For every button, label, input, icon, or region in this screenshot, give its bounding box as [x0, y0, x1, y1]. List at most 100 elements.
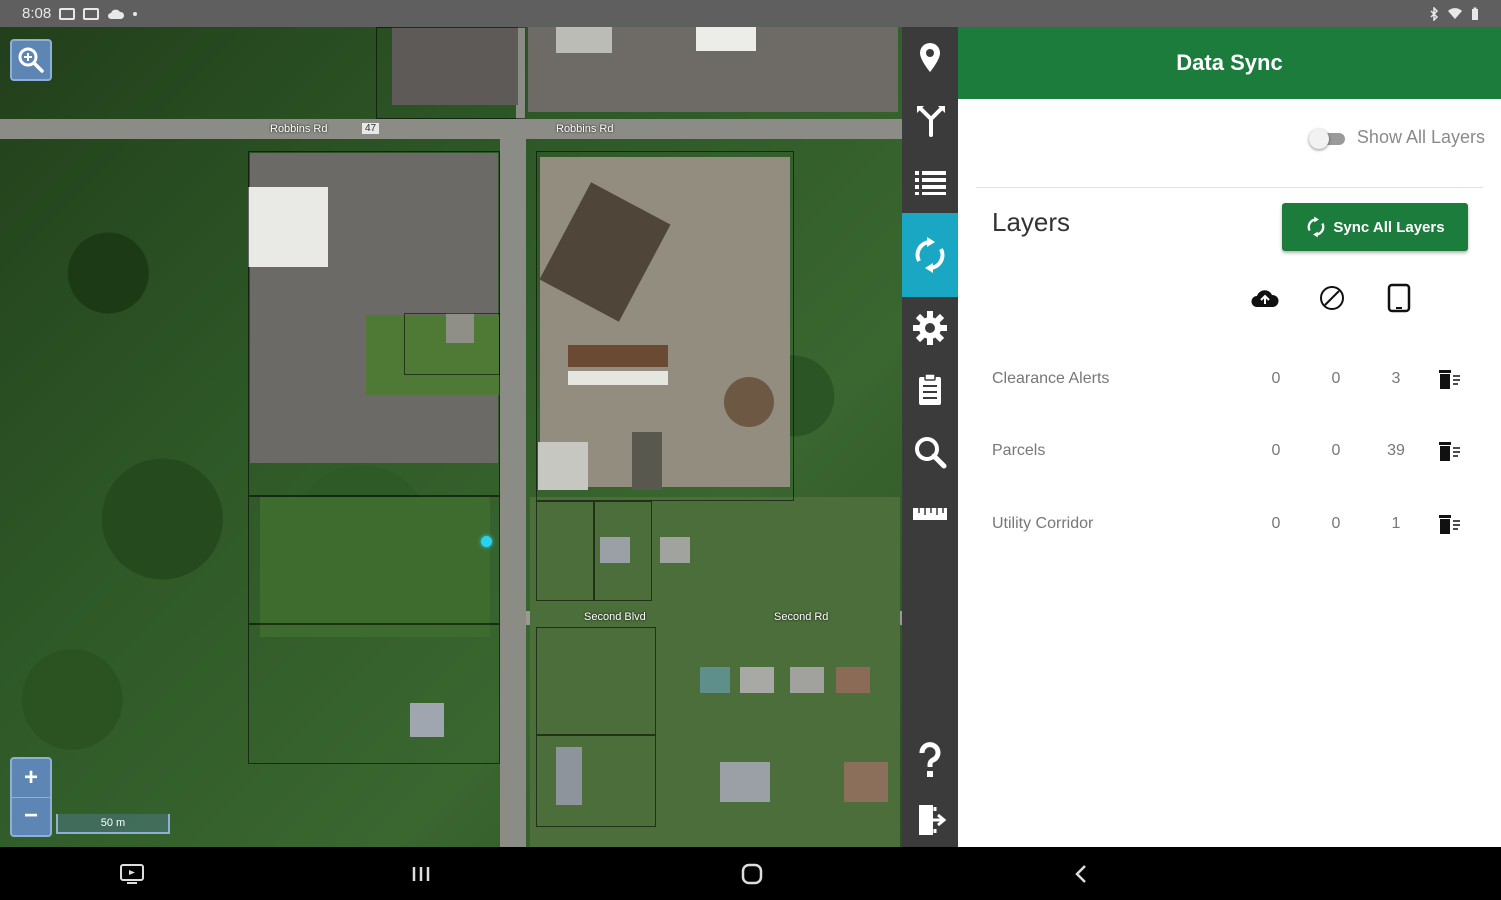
- building: [660, 537, 690, 563]
- parcel-boundary: [248, 496, 500, 624]
- road-label: Robbins Rd: [270, 123, 328, 135]
- map-view[interactable]: Robbins Rd 47 Robbins Rd Second Blvd Sec…: [0, 27, 902, 847]
- layer-row-clearance-alerts: Clearance Alerts 0 0 3: [992, 359, 1472, 399]
- help-button[interactable]: [902, 729, 958, 791]
- parcel-boundary: [594, 501, 652, 601]
- building: [740, 667, 774, 693]
- delete-layer-button[interactable]: [1436, 513, 1466, 535]
- zoom-in-button[interactable]: +: [12, 759, 50, 798]
- status-time: 8:08: [22, 5, 52, 22]
- layer-row-utility-corridor: Utility Corridor 0 0 1: [992, 504, 1472, 544]
- zoom-controls: + −: [10, 757, 52, 837]
- road-shield-label: 47: [362, 123, 380, 134]
- device-column-header: [1382, 281, 1416, 315]
- image-icon: [59, 7, 76, 20]
- delete-layer-button[interactable]: [1436, 368, 1466, 390]
- building: [696, 27, 756, 51]
- scale-bar: 50 m: [56, 814, 170, 834]
- current-location-marker: [481, 536, 492, 547]
- recents-button[interactable]: [406, 859, 436, 889]
- clipboard-icon: [919, 373, 941, 405]
- building: [556, 27, 612, 53]
- system-nav-bar: [0, 847, 1501, 900]
- recents-icon: [412, 867, 430, 881]
- screen-button[interactable]: [117, 859, 147, 889]
- sync-all-layers-button[interactable]: Sync All Layers: [1282, 203, 1468, 251]
- parcel-boundary: [536, 151, 794, 501]
- map-toolbar: [902, 27, 958, 847]
- search-icon: [915, 437, 947, 469]
- cancel-count: 0: [1331, 370, 1341, 387]
- layer-row-parcels: Parcels 0 0 39: [992, 431, 1472, 471]
- zoom-area-button[interactable]: [10, 39, 52, 81]
- layer-list-button[interactable]: [902, 151, 958, 213]
- upload-column-header: [1248, 281, 1282, 315]
- road-label: Second Blvd: [584, 611, 646, 623]
- sync-icon: [1308, 216, 1325, 238]
- cancel-column-header: [1315, 281, 1349, 315]
- divider: [976, 187, 1483, 188]
- settings-button[interactable]: [902, 297, 958, 359]
- parcel-boundary: [536, 735, 656, 827]
- road-label: Robbins Rd: [556, 123, 614, 135]
- back-button[interactable]: [1066, 859, 1096, 889]
- cancel-count: 0: [1331, 442, 1341, 459]
- battery-icon: [1472, 7, 1478, 20]
- building: [700, 667, 730, 693]
- sync-all-layers-label: Sync All Layers: [1333, 218, 1445, 236]
- bluetooth-icon: [1430, 6, 1439, 21]
- upload-cloud-icon: [1251, 290, 1279, 307]
- device-icon: [1387, 283, 1411, 313]
- trash-icon: [1439, 370, 1460, 389]
- trash-icon: [1439, 515, 1460, 534]
- show-all-layers-label: Show All Layers: [1356, 127, 1485, 147]
- trace-button[interactable]: [902, 89, 958, 151]
- branch-icon: [917, 106, 945, 137]
- parcel-boundary: [536, 627, 656, 735]
- layer-name: Clearance Alerts: [992, 370, 1110, 387]
- home-button[interactable]: [737, 859, 767, 889]
- data-sync-button[interactable]: [902, 213, 958, 297]
- status-bar: 8:08: [0, 0, 1501, 27]
- cancel-icon: [1320, 286, 1344, 310]
- cloud-icon: [108, 9, 125, 19]
- data-sync-panel: Data Sync Show All Layers Layers Sync Al…: [958, 27, 1501, 847]
- device-count: 1: [1391, 515, 1401, 532]
- dot-icon: [133, 11, 138, 16]
- road-label: Second Rd: [774, 611, 829, 623]
- layers-heading: Layers: [992, 207, 1071, 237]
- measure-button[interactable]: [902, 483, 958, 545]
- home-icon: [741, 863, 763, 885]
- gear-icon: [913, 311, 947, 345]
- back-icon: [1075, 865, 1086, 883]
- show-all-layers-toggle[interactable]: [1308, 128, 1347, 149]
- forms-button[interactable]: [902, 359, 958, 421]
- upload-count: 0: [1271, 370, 1281, 387]
- parcel-boundary: [404, 313, 500, 375]
- list-icon: [915, 171, 946, 195]
- parcel-boundary: [536, 501, 594, 601]
- search-button[interactable]: [902, 421, 958, 483]
- road-horizontal-north: [0, 119, 902, 139]
- upload-count: 0: [1271, 515, 1281, 532]
- zoom-in-magnifier-icon: [18, 47, 44, 73]
- delete-layer-button[interactable]: [1436, 440, 1466, 462]
- zoom-out-button[interactable]: −: [12, 798, 50, 836]
- logout-button[interactable]: [902, 789, 958, 851]
- building: [720, 762, 770, 802]
- device-count: 39: [1387, 442, 1405, 459]
- locate-button[interactable]: [902, 27, 958, 89]
- cancel-count: 0: [1331, 515, 1341, 532]
- building: [836, 667, 870, 693]
- trash-icon: [1439, 442, 1460, 461]
- parcel-boundary: [376, 27, 526, 119]
- show-all-layers-row: Show All Layers: [1308, 127, 1485, 149]
- layer-name: Utility Corridor: [992, 515, 1094, 532]
- parcel-boundary: [248, 624, 500, 764]
- location-pin-icon: [920, 43, 940, 72]
- logout-icon: [919, 805, 947, 835]
- road-vertical-main: [500, 139, 526, 847]
- layer-name: Parcels: [992, 442, 1046, 459]
- building: [790, 667, 824, 693]
- building: [844, 762, 888, 802]
